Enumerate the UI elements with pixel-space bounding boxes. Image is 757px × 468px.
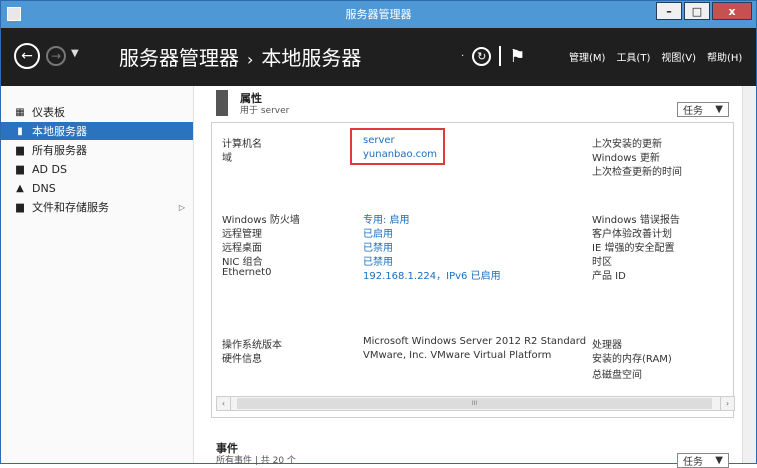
nav-tools: · ↻ ⚑	[461, 42, 525, 70]
events-subtitle: 所有事件 | 共 20 个	[216, 456, 296, 466]
breadcrumb-root[interactable]: 服务器管理器	[119, 46, 239, 70]
properties-subtitle: 用于 server	[240, 106, 290, 116]
sidebar-item-label: 本地服务器	[32, 125, 87, 138]
ethernet-label: Ethernet0	[222, 267, 272, 278]
dashboard-icon: ▦	[15, 106, 25, 118]
hardware-info-value: VMware, Inc. VMware Virtual Platform	[363, 350, 552, 361]
main-content: 属性 用于 server 任务 ▼ 计算机名 server 域 yunanbao…	[194, 86, 756, 468]
hardware-info-label: 硬件信息	[222, 354, 262, 365]
forward-button[interactable]: →	[46, 46, 66, 66]
last-installed-updates-label: 上次安装的更新	[592, 139, 662, 150]
window-title: 服务器管理器	[345, 8, 412, 21]
timezone-label: 时区	[592, 257, 612, 268]
expand-arrow-icon[interactable]: ▷	[179, 203, 185, 212]
windows-update-label: Windows 更新	[592, 153, 660, 164]
tasks-label: 任务	[683, 106, 703, 117]
breadcrumb: 服务器管理器 › 本地服务器	[119, 42, 361, 71]
sidebar-item-ad-ds[interactable]: ▆ AD DS	[1, 160, 193, 178]
firewall-link[interactable]: 专用: 启用	[363, 211, 410, 226]
refresh-icon[interactable]: ↻	[472, 46, 492, 66]
menu-manage[interactable]: 管理(M)	[569, 49, 605, 64]
ie-security-label: IE 增强的安全配置	[592, 243, 675, 254]
scroll-thumb[interactable]: III	[237, 398, 712, 409]
minimize-button[interactable]: –	[656, 2, 682, 20]
title-bar: 服务器管理器 – □ x	[1, 1, 756, 28]
product-id-label: 产品 ID	[592, 271, 626, 282]
processor-label: 处理器	[592, 340, 622, 351]
events-tasks-button[interactable]: 任务 ▼	[677, 453, 729, 468]
ad-ds-icon: ▆	[16, 163, 24, 175]
sidebar-item-label: 仪表板	[32, 106, 65, 119]
sidebar: ▦ 仪表板 ▮ 本地服务器 ▆ 所有服务器 ▆ AD DS ▲ DNS ▆ 文件…	[1, 86, 194, 463]
close-button[interactable]: x	[712, 2, 752, 20]
server-manager-window: 服务器管理器 – □ x ← → ▼ 服务器管理器 › 本地服务器 · ↻ ⚑ 管理…	[0, 0, 757, 468]
server-properties-icon	[216, 90, 228, 116]
remote-desktop-link[interactable]: 已禁用	[363, 239, 393, 254]
menu-help[interactable]: 帮助(H)	[707, 49, 742, 64]
remote-desktop-label: 远程桌面	[222, 243, 262, 254]
server-icon: ▮	[17, 125, 23, 137]
disk-space-label: 总磁盘空间	[592, 370, 642, 381]
highlight-box	[350, 128, 445, 165]
chevron-down-icon: ▼	[715, 455, 723, 466]
vertical-scrollbar[interactable]	[742, 86, 756, 463]
navigation-bar: ← → ▼ 服务器管理器 › 本地服务器 · ↻ ⚑ 管理(M) 工具(T) 视图(…	[1, 28, 756, 86]
menu-tools[interactable]: 工具(T)	[616, 49, 650, 64]
sidebar-item-dashboard[interactable]: ▦ 仪表板	[1, 103, 193, 121]
os-version-label: 操作系统版本	[222, 340, 282, 351]
maximize-button[interactable]: □	[684, 2, 710, 20]
remote-management-link[interactable]: 已启用	[363, 225, 393, 240]
tasks-label: 任务	[683, 457, 703, 468]
chevron-down-icon: ▼	[715, 104, 723, 115]
nic-teaming-label: NIC 组合	[222, 257, 263, 268]
sidebar-item-file-storage[interactable]: ▆ 文件和存储服务 ▷	[1, 198, 193, 216]
ceip-label: 客户体验改善计划	[592, 229, 672, 240]
properties-panel: 计算机名 server 域 yunanbao.com 上次安装的更新 Windo…	[211, 122, 734, 418]
breadcrumb-separator-icon: ›	[247, 50, 254, 69]
domain-label: 域	[222, 153, 232, 164]
scroll-left-icon[interactable]: ‹	[217, 397, 231, 410]
storage-icon: ▆	[16, 201, 24, 213]
ram-label: 安装的内存(RAM)	[592, 354, 672, 365]
os-version-value: Microsoft Windows Server 2012 R2 Standar…	[363, 336, 587, 347]
horizontal-scrollbar[interactable]: ‹ III ›	[216, 396, 735, 411]
history-dropdown-icon[interactable]: ▼	[71, 48, 79, 59]
sidebar-item-all-servers[interactable]: ▆ 所有服务器	[1, 141, 193, 159]
sidebar-item-local-server[interactable]: ▮ 本地服务器	[1, 122, 193, 140]
notifications-flag-icon[interactable]: ⚑	[509, 46, 525, 67]
ethernet-link[interactable]: 192.168.1.224，IPv6 已启用	[363, 267, 501, 282]
sidebar-item-label: 所有服务器	[32, 144, 87, 157]
properties-tasks-button[interactable]: 任务 ▼	[677, 102, 729, 117]
error-reporting-label: Windows 错误报告	[592, 215, 680, 226]
firewall-label: Windows 防火墙	[222, 215, 300, 226]
last-checked-updates-label: 上次检查更新的时间	[592, 167, 682, 178]
window-controls: – □ x	[656, 2, 752, 22]
back-button[interactable]: ←	[14, 43, 40, 69]
sidebar-item-label: DNS	[32, 181, 56, 195]
sidebar-item-label: 文件和存储服务	[32, 201, 109, 214]
scroll-right-icon[interactable]: ›	[720, 397, 734, 410]
breadcrumb-current: 本地服务器	[261, 46, 362, 70]
servers-icon: ▆	[16, 144, 24, 156]
sidebar-item-label: AD DS	[32, 162, 67, 176]
menu-bar: 管理(M) 工具(T) 视图(V) 帮助(H)	[569, 49, 742, 64]
toolbar-divider	[499, 46, 502, 66]
computer-name-label: 计算机名	[222, 139, 262, 150]
dns-icon: ▲	[16, 182, 24, 194]
sidebar-item-dns[interactable]: ▲ DNS	[1, 179, 193, 197]
menu-view[interactable]: 视图(V)	[661, 49, 696, 64]
remote-management-label: 远程管理	[222, 229, 262, 240]
nic-teaming-link[interactable]: 已禁用	[363, 253, 393, 268]
refresh-dropdown-icon[interactable]: ·	[461, 51, 464, 62]
